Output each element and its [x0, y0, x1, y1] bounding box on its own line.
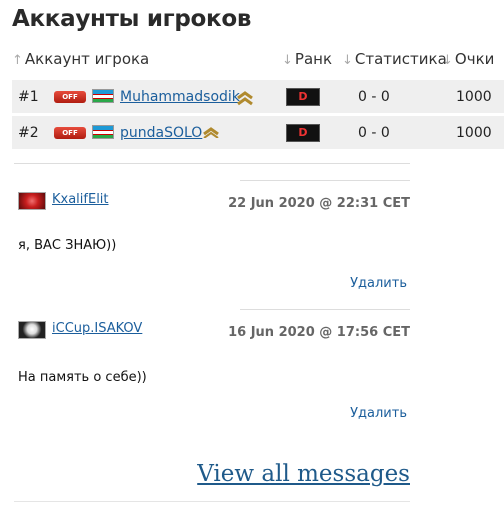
sort-arrow-icon: ↑ [12, 53, 23, 68]
comment-date: 16 Jun 2020 @ 17:56 CET [228, 325, 410, 340]
delete-comment-button[interactable]: Удалить [350, 406, 407, 421]
comment-date: 22 Jun 2020 @ 22:31 CET [228, 196, 410, 211]
column-account[interactable]: ↑ Аккаунт игрока [12, 50, 149, 68]
avatar [18, 192, 46, 210]
rank-badge: D [286, 88, 320, 106]
points-value: 1000 [456, 89, 492, 105]
comment-header: iCCup.ISAKOV 16 Jun 2020 @ 17:56 CET [18, 321, 410, 343]
sort-arrow-icon: ↓ [282, 53, 293, 68]
comment-text: На память о себе)) [18, 370, 147, 385]
status-badge: OFF [54, 91, 86, 103]
row-number: #2 [18, 125, 39, 141]
column-points[interactable]: ↓ Очки [442, 50, 494, 68]
rank-badge: D [286, 124, 320, 142]
flag-icon [92, 125, 114, 139]
table-header: ↑ Аккаунт игрока ↓ Ранк ↓ Статистика ↓ Очки [12, 50, 504, 76]
comment-divider [240, 309, 410, 310]
flag-icon [92, 89, 114, 103]
status-badge: OFF [54, 127, 86, 139]
rank-chevron-icon [203, 127, 219, 138]
column-stats[interactable]: ↓ Статистика [342, 50, 447, 68]
table-row: #2 OFF pundaSOLO D 0 - 0 1000 [12, 116, 504, 150]
comment-header: KxalifElit 22 Jun 2020 @ 22:31 CET [18, 192, 410, 214]
section-divider [14, 163, 410, 164]
stats-value: 0 - 0 [358, 125, 390, 141]
column-rank[interactable]: ↓ Ранк [282, 50, 332, 68]
row-number: #1 [18, 89, 39, 105]
points-value: 1000 [456, 125, 492, 141]
player-link[interactable]: pundaSOLO [120, 125, 202, 141]
stats-value: 0 - 0 [358, 89, 390, 105]
comment-author-link[interactable]: KxalifElit [52, 192, 109, 207]
avatar [18, 321, 46, 339]
comment-text: я, ВАС ЗНАЮ)) [18, 238, 117, 253]
comment-author-link[interactable]: iCCup.ISAKOV [52, 321, 142, 336]
bottom-divider [14, 501, 410, 502]
view-all-messages-link[interactable]: View all messages [197, 461, 410, 487]
player-link[interactable]: Muhammadsodik [120, 89, 240, 105]
rank-chevron-icon [237, 91, 253, 106]
table-row: #1 OFF Muhammadsodik D 0 - 0 1000 [12, 80, 504, 114]
page-title: Аккаунты игроков [12, 6, 252, 32]
sort-arrow-icon: ↓ [442, 53, 453, 68]
comment-divider [240, 180, 410, 181]
sort-arrow-icon: ↓ [342, 53, 353, 68]
delete-comment-button[interactable]: Удалить [350, 276, 407, 291]
